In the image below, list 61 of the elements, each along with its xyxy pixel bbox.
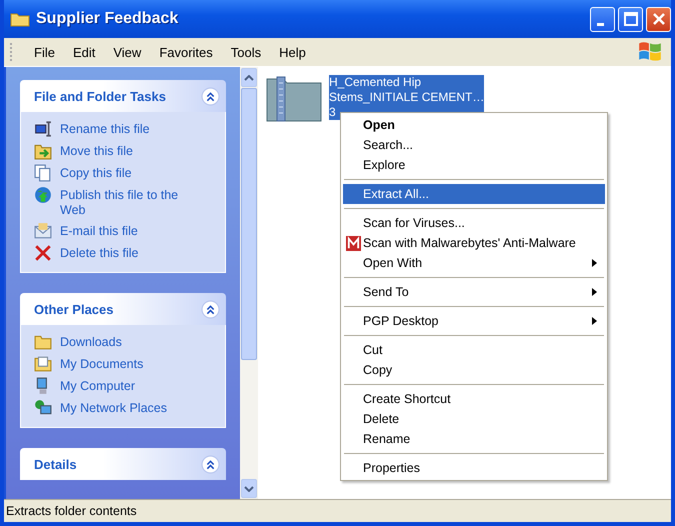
section-title: File and Folder Tasks	[34, 88, 166, 104]
zip-folder-icon[interactable]	[265, 75, 323, 123]
window-title: Supplier Feedback	[36, 10, 180, 28]
section-header[interactable]: File and Folder Tasks	[20, 80, 226, 112]
copy-icon	[34, 164, 52, 182]
shield-m-icon	[346, 236, 361, 250]
network-icon	[34, 399, 52, 417]
context-menu-item[interactable]: Delete	[343, 409, 605, 429]
scroll-down-button[interactable]	[241, 479, 257, 498]
task-link[interactable]: My Computer	[60, 377, 136, 394]
envelope-icon	[34, 222, 52, 240]
task-link[interactable]: Delete this file	[60, 244, 139, 261]
maximize-button[interactable]	[618, 6, 643, 32]
task-link[interactable]: Copy this file	[60, 164, 132, 181]
context-menu-item[interactable]: Extract All...	[343, 184, 605, 204]
context-menu-item[interactable]: Search...	[343, 135, 605, 155]
context-menu-item[interactable]: Copy	[343, 360, 605, 380]
task-link[interactable]: E-mail this file	[60, 222, 138, 239]
menu-item[interactable]: Help	[270, 44, 315, 60]
move-file-icon	[34, 142, 52, 160]
rename-icon	[34, 120, 52, 138]
scrollbar[interactable]	[240, 67, 258, 499]
menu-item[interactable]: Edit	[64, 44, 104, 60]
context-menu-item[interactable]: Rename	[343, 429, 605, 449]
context-menu-item[interactable]: Cut	[343, 340, 605, 360]
scroll-up-button[interactable]	[241, 68, 257, 87]
status-text: Extracts folder contents	[6, 504, 137, 518]
menu-item[interactable]: View	[104, 44, 150, 60]
section-header[interactable]: Other Places	[20, 293, 226, 325]
globe-icon	[34, 186, 52, 204]
minimize-button[interactable]	[590, 6, 615, 32]
task-link[interactable]: Move this file	[60, 142, 133, 159]
collapse-icon[interactable]	[201, 454, 220, 474]
collapse-icon[interactable]	[201, 300, 220, 318]
minimize-icon	[596, 22, 604, 26]
section-header[interactable]: Details	[20, 448, 226, 480]
section-title: Details	[34, 456, 77, 472]
delete-icon	[34, 244, 52, 262]
context-menu-item[interactable]: Create Shortcut	[343, 389, 605, 409]
task-link[interactable]: Rename this file	[60, 120, 150, 137]
section-title: Other Places	[34, 302, 114, 316]
task-link[interactable]: My Documents	[60, 355, 144, 372]
task-link[interactable]: Publish this file to the Web	[60, 186, 200, 218]
folder-icon	[34, 333, 52, 351]
folder-icon	[10, 11, 30, 27]
menu-item[interactable]: Favorites	[150, 44, 222, 60]
scroll-thumb[interactable]	[241, 88, 257, 360]
task-link[interactable]: Downloads	[60, 333, 122, 350]
menu-item[interactable]: File	[25, 44, 64, 60]
close-button[interactable]	[646, 6, 671, 32]
collapse-icon[interactable]	[201, 86, 220, 106]
context-menu-item[interactable]: Scan for Viruses...	[343, 213, 605, 233]
context-menu-item[interactable]: Scan with Malwarebytes' Anti-Malware	[343, 233, 605, 253]
task-link[interactable]: My Network Places	[60, 399, 167, 416]
context-menu-item[interactable]: Open With	[343, 253, 605, 273]
menu-item[interactable]: Tools	[222, 44, 270, 60]
context-menu-item[interactable]: PGP Desktop	[343, 311, 605, 331]
context-menu-item[interactable]: Properties	[343, 458, 605, 478]
documents-folder-icon	[34, 355, 52, 373]
context-menu-item[interactable]: Send To	[343, 282, 605, 302]
context-menu-item[interactable]: Explore	[343, 155, 605, 175]
